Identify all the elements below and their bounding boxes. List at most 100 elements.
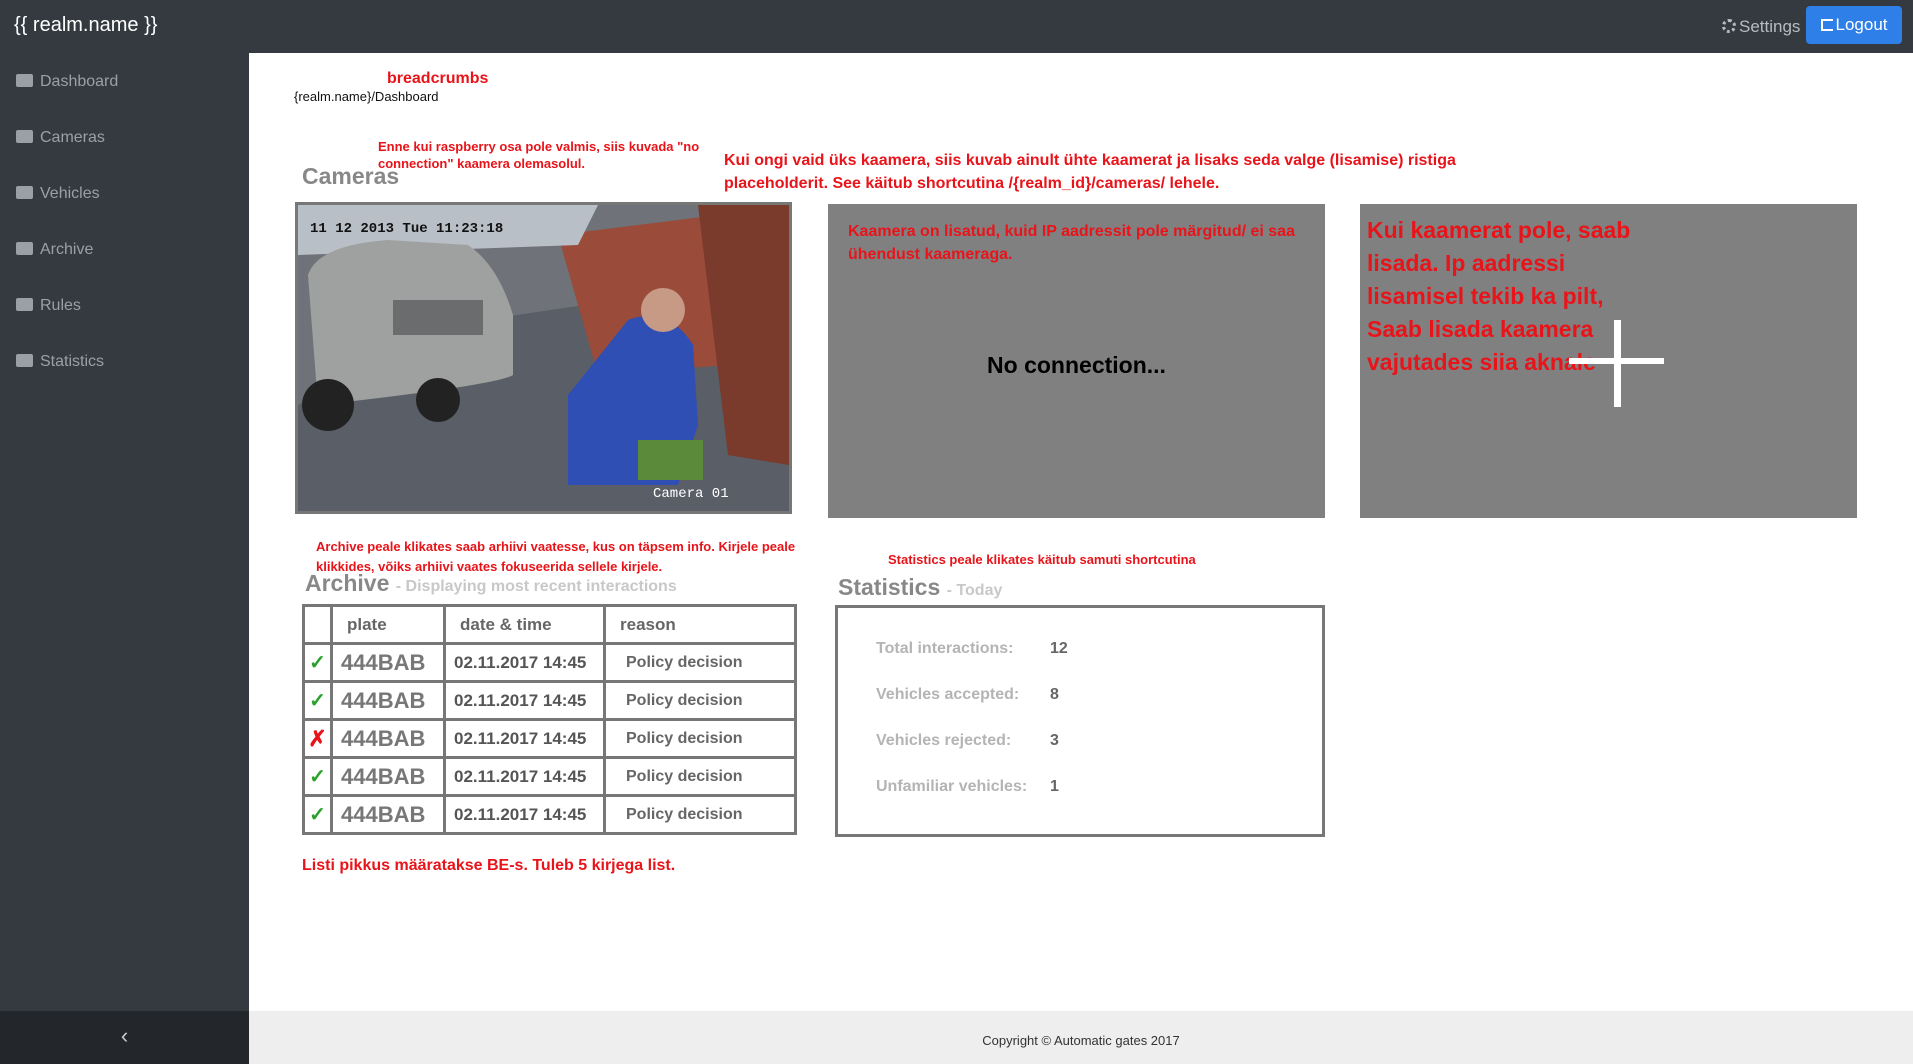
statistics-title[interactable]: Statistics - Today	[838, 574, 1002, 601]
archive-table: plate date & time reason ✓ 444BAB 02.11.…	[302, 604, 797, 835]
statistics-panel[interactable]: Total interactions: 12 Vehicles accepted:…	[835, 605, 1325, 837]
archive-title[interactable]: Archive - Displaying most recent interac…	[305, 570, 677, 597]
camera-name-overlay: Camera 01	[653, 486, 729, 502]
stat-label: Total interactions:	[876, 640, 1014, 657]
reason-cell: Policy decision	[603, 756, 797, 797]
table-header-row: plate date & time reason	[302, 604, 797, 645]
stat-value: 12	[1050, 640, 1068, 657]
logout-button[interactable]: Logout	[1806, 6, 1902, 44]
sidebar-item-vehicles[interactable]: Vehicles	[16, 179, 100, 209]
sidebar-item-label: Rules	[40, 297, 81, 314]
sidebar-item-label: Archive	[40, 241, 94, 258]
annotation-line: lisada. Ip aadressi	[1367, 250, 1566, 276]
reason-cell: Policy decision	[603, 718, 797, 759]
annotation-line: Archive peale klikates saab arhiivi vaat…	[316, 539, 796, 554]
stat-row-total: Total interactions: 12	[876, 640, 1068, 658]
annotation-line: ühendust kaameraga.	[848, 246, 1013, 263]
annotation-line: Kaamera on lisatud, kuid IP aadressit po…	[848, 223, 1295, 240]
camera-panel-no-connection[interactable]: Kaamera on lisatud, kuid IP aadressit po…	[828, 204, 1325, 518]
camera-timestamp: 11 12 2013 Tue 11:23:18	[310, 221, 503, 237]
annotation-line: lisamisel tekib ka pilt,	[1367, 283, 1604, 309]
table-row[interactable]: ✓ 444BAB 02.11.2017 14:45 Policy decisio…	[302, 756, 797, 797]
settings-link[interactable]: Settings	[1722, 17, 1800, 37]
datetime-cell: 02.11.2017 14:45	[443, 794, 606, 835]
sidebar-item-dashboard[interactable]: Dashboard	[16, 67, 118, 97]
video-camera-icon	[16, 130, 33, 143]
add-camera-annotation: Kui kaamerat pole, saab lisada. Ip aadre…	[1367, 214, 1630, 379]
no-connection-label: No connection...	[987, 352, 1166, 378]
stat-label: Vehicles accepted:	[876, 686, 1020, 703]
list-length-annotation: Listi pikkus määratakse BE-s. Tuleb 5 ki…	[302, 857, 676, 874]
camera-feed-image: 11 12 2013 Tue 11:23:18 Camera 01	[298, 205, 789, 511]
statistics-annotation: Statistics peale klikates käitub samuti …	[888, 552, 1196, 567]
stat-value: 8	[1050, 686, 1059, 703]
breadcrumbs-annotation: breadcrumbs	[387, 70, 489, 87]
statistics-subtitle: - Today	[946, 582, 1003, 599]
sidebar-item-rules[interactable]: Rules	[16, 291, 81, 321]
annotation-line: Kui ongi vaid üks kaamera, siis kuvab ai…	[724, 152, 1456, 169]
one-camera-annotation: Kui ongi vaid üks kaamera, siis kuvab ai…	[724, 149, 1456, 195]
table-row[interactable]: ✓ 444BAB 02.11.2017 14:45 Policy decisio…	[302, 794, 797, 835]
sidebar: Dashboard Cameras Vehicles Archive Rules…	[0, 53, 249, 1011]
copyright-text: Copyright © Automatic gates 2017	[982, 1033, 1180, 1048]
add-camera-plus-icon-vertical[interactable]	[1614, 320, 1621, 407]
check-icon: ✓	[309, 652, 326, 674]
datetime-cell: 02.11.2017 14:45	[443, 680, 606, 721]
sign-out-icon	[1820, 19, 1833, 31]
status-column-header	[302, 604, 333, 645]
settings-label: Settings	[1739, 17, 1801, 36]
sidebar-item-statistics[interactable]: Statistics	[16, 347, 104, 377]
sidebar-item-label: Dashboard	[40, 73, 119, 90]
sidebar-item-label: Vehicles	[40, 185, 100, 202]
footer: Copyright © Automatic gates 2017	[249, 1011, 1913, 1064]
stat-value: 1	[1050, 778, 1059, 795]
plate-cell: 444BAB	[330, 642, 446, 683]
plate-cell: 444BAB	[330, 718, 446, 759]
reason-column-header: reason	[603, 604, 797, 645]
sidebar-item-archive[interactable]: Archive	[16, 235, 93, 265]
cameras-title[interactable]: Cameras	[302, 163, 399, 190]
stat-row-unfamiliar: Unfamiliar vehicles: 1	[876, 778, 1059, 796]
brand-title[interactable]: {{ realm.name }}	[14, 14, 157, 37]
area-chart-icon	[16, 354, 33, 367]
archive-title-text: Archive	[305, 570, 390, 596]
annotation-line: Saab lisada kaamera	[1367, 316, 1594, 342]
archive-icon	[16, 242, 33, 255]
camera-feed-live[interactable]: 11 12 2013 Tue 11:23:18 Camera 01	[295, 202, 792, 514]
check-icon: ✓	[309, 766, 326, 788]
annotation-line: Kui kaamerat pole, saab	[1367, 217, 1631, 243]
raspberry-annotation: Enne kui raspberry osa pole valmis, siis…	[378, 138, 699, 172]
annotation-line: placeholderit. See käitub shortcutina /{…	[724, 175, 1220, 192]
check-icon: ✓	[309, 804, 326, 826]
reason-cell: Policy decision	[603, 794, 797, 835]
table-row[interactable]: ✓ 444BAB 02.11.2017 14:45 Policy decisio…	[302, 680, 797, 721]
stat-label: Vehicles rejected:	[876, 732, 1012, 749]
list-icon	[16, 298, 33, 311]
datetime-column-header: date & time	[443, 604, 606, 645]
stat-label: Unfamiliar vehicles:	[876, 778, 1028, 795]
sidebar-toggle-button[interactable]: ‹	[0, 1011, 249, 1064]
annotation-line: connection" kaamera olemasolul.	[378, 156, 586, 171]
top-navbar: {{ realm.name }} Settings Logout	[0, 0, 1913, 53]
archive-subtitle: - Displaying most recent interactions	[395, 578, 677, 595]
logout-label: Logout	[1835, 15, 1888, 34]
gear-icon	[1722, 19, 1736, 33]
sidebar-item-label: Cameras	[40, 129, 105, 146]
sidebar-item-cameras[interactable]: Cameras	[16, 123, 105, 153]
statistics-title-text: Statistics	[838, 574, 941, 600]
car-icon	[16, 186, 33, 199]
plate-column-header: plate	[330, 604, 446, 645]
breadcrumb[interactable]: {realm.name}/Dashboard	[294, 89, 439, 104]
no-ip-annotation: Kaamera on lisatud, kuid IP aadressit po…	[848, 220, 1295, 266]
table-row[interactable]: ✓ 444BAB 02.11.2017 14:45 Policy decisio…	[302, 642, 797, 683]
cross-icon: ✗	[308, 725, 327, 751]
plate-cell: 444BAB	[330, 680, 446, 721]
check-icon: ✓	[309, 690, 326, 712]
table-row[interactable]: ✗ 444BAB 02.11.2017 14:45 Policy decisio…	[302, 718, 797, 759]
stat-row-accepted: Vehicles accepted: 8	[876, 686, 1059, 704]
sidebar-item-label: Statistics	[40, 353, 105, 370]
datetime-cell: 02.11.2017 14:45	[443, 642, 606, 683]
reason-cell: Policy decision	[603, 642, 797, 683]
dashboard-icon	[16, 74, 33, 87]
stat-row-rejected: Vehicles rejected: 3	[876, 732, 1059, 750]
